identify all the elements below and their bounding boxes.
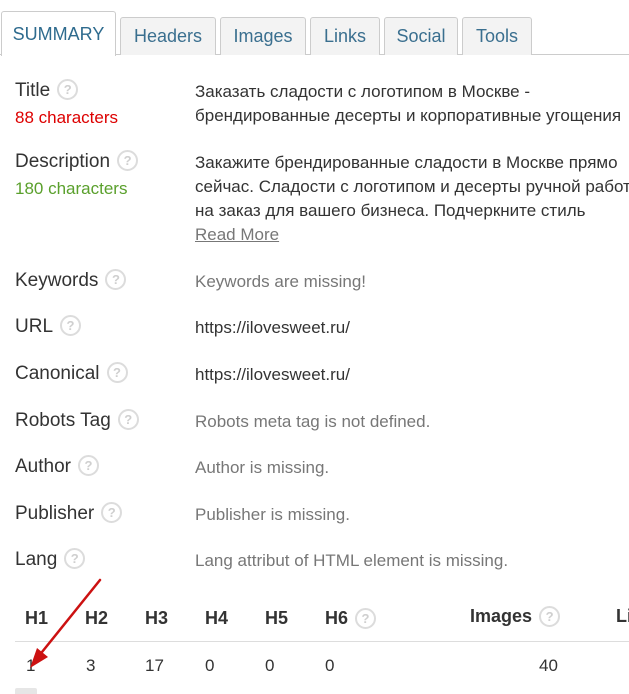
annotation-arrow-icon (30, 578, 102, 668)
tab-summary[interactable]: SUMMARY (1, 11, 116, 56)
bottom-partial-box (15, 688, 37, 694)
